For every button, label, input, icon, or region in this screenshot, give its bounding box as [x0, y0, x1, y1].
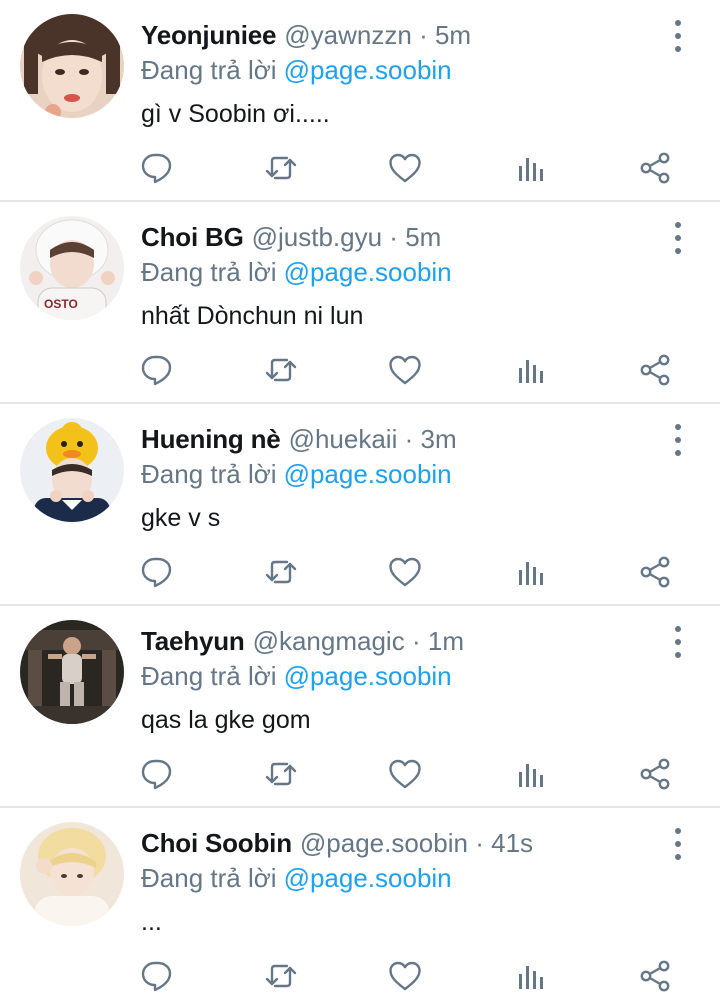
analytics-icon[interactable] [513, 958, 549, 994]
author-handle[interactable]: @huekaii [289, 424, 398, 454]
tweet-text: gì v Soobin ơi..... [141, 100, 330, 128]
separator-dot: · [389, 222, 398, 252]
share-icon[interactable] [637, 352, 673, 388]
analytics-icon[interactable] [513, 352, 549, 388]
replying-to: Đang trả lời @page.soobin [141, 861, 452, 895]
avatar-image [20, 14, 124, 118]
svg-text:OSTO: OSTO [44, 297, 78, 311]
replying-to-mention[interactable]: @page.soobin [284, 257, 452, 287]
author-name[interactable]: Taehyun [141, 626, 245, 656]
separator-dot: · [419, 20, 428, 50]
reply-icon[interactable] [139, 958, 175, 994]
replying-to-mention[interactable]: @page.soobin [284, 55, 452, 85]
tweet-actions [0, 554, 720, 590]
heart-icon[interactable] [387, 756, 423, 792]
tweet-text: ... [141, 908, 162, 936]
more-options-icon[interactable] [668, 222, 688, 254]
tweet-card[interactable]: Huening nè @huekaii · 3m Đang trả lời @pag… [0, 404, 720, 606]
avatar[interactable]: OSTO [20, 216, 124, 320]
avatar-image: OSTO [20, 216, 124, 320]
share-icon[interactable] [637, 150, 673, 186]
replying-to: Đang trả lời @page.soobin [141, 53, 452, 87]
replying-to-label: Đang trả lời [141, 55, 277, 85]
reply-icon[interactable] [139, 352, 175, 388]
replying-to-label: Đang trả lời [141, 459, 277, 489]
heart-icon[interactable] [387, 150, 423, 186]
share-icon[interactable] [637, 554, 673, 590]
tweet-text: gke v s [141, 504, 221, 532]
author-name[interactable]: Choi BG [141, 222, 244, 252]
avatar-image [20, 822, 124, 926]
heart-icon[interactable] [387, 554, 423, 590]
separator-dot: · [475, 828, 484, 858]
timestamp[interactable]: 3m [421, 424, 457, 454]
tweet-card[interactable]: Taehyun @kangmagic · 1m Đang trả lời @page… [0, 606, 720, 808]
author-handle[interactable]: @kangmagic [253, 626, 405, 656]
avatar-image [20, 620, 124, 724]
replying-to-mention[interactable]: @page.soobin [284, 459, 452, 489]
more-options-icon[interactable] [668, 828, 688, 860]
author-name[interactable]: Yeonjuniee [141, 20, 276, 50]
author-name[interactable]: Choi Soobin [141, 828, 292, 858]
tweet-actions [0, 756, 720, 792]
replying-to-label: Đang trả lời [141, 661, 277, 691]
tweet-card[interactable]: OSTO Choi BG @justb.gyu · 5m Đang trả lời… [0, 202, 720, 404]
avatar[interactable] [20, 620, 124, 724]
more-options-icon[interactable] [668, 424, 688, 456]
more-options-icon[interactable] [668, 626, 688, 658]
timestamp[interactable]: 5m [435, 20, 471, 50]
tweet-header: Huening nè @huekaii · 3m [141, 422, 457, 456]
timestamp[interactable]: 5m [405, 222, 441, 252]
more-options-icon[interactable] [668, 20, 688, 52]
replying-to-mention[interactable]: @page.soobin [284, 863, 452, 893]
retweet-icon[interactable] [263, 958, 299, 994]
tweet-header: Yeonjuniee @yawnzzn · 5m [141, 18, 471, 52]
retweet-icon[interactable] [263, 150, 299, 186]
replying-to: Đang trả lời @page.soobin [141, 457, 452, 491]
replying-to-label: Đang trả lời [141, 863, 277, 893]
analytics-icon[interactable] [513, 554, 549, 590]
retweet-icon[interactable] [263, 554, 299, 590]
analytics-icon[interactable] [513, 756, 549, 792]
separator-dot: · [404, 424, 414, 454]
author-handle[interactable]: @page.soobin [300, 828, 468, 858]
reply-icon[interactable] [139, 150, 175, 186]
replying-to-label: Đang trả lời [141, 257, 277, 287]
author-handle[interactable]: @yawnzzn [284, 20, 412, 50]
tweet-card[interactable]: Yeonjuniee @yawnzzn · 5m Đang trả lời @pag… [0, 0, 720, 202]
tweet-actions [0, 352, 720, 388]
heart-icon[interactable] [387, 958, 423, 994]
avatar[interactable] [20, 14, 124, 118]
share-icon[interactable] [637, 958, 673, 994]
tweet-actions [0, 958, 720, 994]
avatar[interactable] [20, 418, 124, 522]
tweet-text: qas la gke gom [141, 706, 311, 734]
author-name[interactable]: Huening nè [141, 424, 281, 454]
reply-icon[interactable] [139, 554, 175, 590]
avatar-image [20, 418, 124, 522]
replying-to: Đang trả lời @page.soobin [141, 255, 452, 289]
tweet-text: nhất Dònchun ni lun [141, 302, 364, 330]
share-icon[interactable] [637, 756, 673, 792]
retweet-icon[interactable] [263, 352, 299, 388]
timestamp[interactable]: 1m [428, 626, 464, 656]
reply-icon[interactable] [139, 756, 175, 792]
replying-to-mention[interactable]: @page.soobin [284, 661, 452, 691]
separator-dot: · [411, 626, 421, 656]
replying-to: Đang trả lời @page.soobin [141, 659, 452, 693]
tweet-header: Choi BG @justb.gyu · 5m [141, 220, 441, 254]
timestamp[interactable]: 41s [491, 828, 533, 858]
tweet-header: Choi Soobin @page.soobin · 41s [141, 826, 533, 860]
analytics-icon[interactable] [513, 150, 549, 186]
retweet-icon[interactable] [263, 756, 299, 792]
tweet-header: Taehyun @kangmagic · 1m [141, 624, 464, 658]
avatar[interactable] [20, 822, 124, 926]
tweet-card[interactable]: Choi Soobin @page.soobin · 41s Đang trả l… [0, 808, 720, 998]
author-handle[interactable]: @justb.gyu [252, 222, 382, 252]
heart-icon[interactable] [387, 352, 423, 388]
tweet-actions [0, 150, 720, 186]
